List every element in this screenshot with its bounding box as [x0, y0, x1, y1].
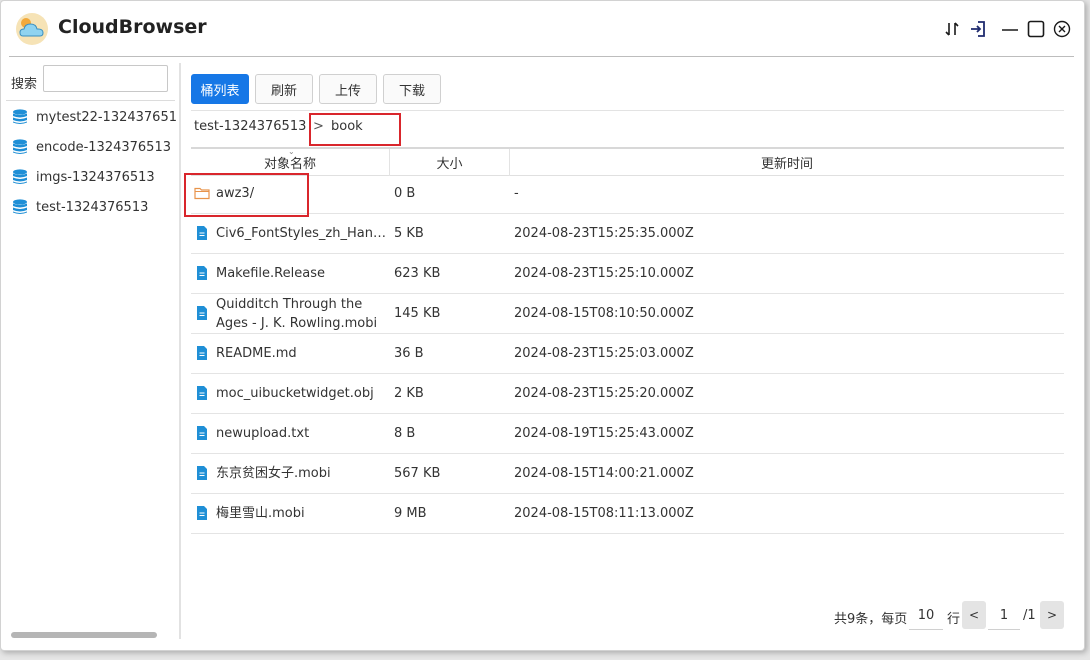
login-icon[interactable]: [967, 18, 989, 40]
sidebar-item-label: mytest22-1324376513: [36, 109, 177, 125]
sort-icon[interactable]: [941, 18, 963, 40]
row-size: 8 B: [394, 426, 416, 441]
row-size: 2 KB: [394, 386, 424, 401]
table-row[interactable]: 东京贫困女子.mobi 567 KB 2024-08-15T14:00:21.0…: [191, 454, 1064, 494]
column-header-size[interactable]: 大小: [390, 149, 510, 176]
table-row[interactable]: Civ6_FontStyles_zh_Hans_... 5 KB 2024-08…: [191, 214, 1064, 254]
row-updated: 2024-08-15T08:10:50.000Z: [514, 306, 694, 321]
row-size: 567 KB: [394, 466, 441, 481]
file-icon: [197, 226, 207, 240]
page-size-input[interactable]: 10: [909, 601, 943, 630]
app-window: CloudBrowser 搜索 mytest22-1324376513 enco…: [0, 0, 1085, 651]
file-icon: [197, 266, 207, 280]
close-icon[interactable]: [1051, 18, 1073, 40]
breadcrumb-divider: [191, 110, 1064, 111]
row-size: 0 B: [394, 186, 416, 201]
sidebar-item-label: test-1324376513: [36, 199, 149, 215]
minimize-icon[interactable]: [999, 18, 1021, 40]
sidebar-item-label: imgs-1324376513: [36, 169, 155, 185]
database-icon: [13, 109, 27, 124]
table-header: ⌄ 对象名称 大小 更新时间: [191, 147, 1064, 176]
current-page-input[interactable]: 1: [988, 601, 1020, 630]
row-name: Civ6_FontStyles_zh_Hans_...: [216, 226, 388, 241]
file-icon: [197, 306, 207, 320]
table-row[interactable]: README.md 36 B 2024-08-23T15:25:03.000Z: [191, 334, 1064, 374]
row-size: 623 KB: [394, 266, 441, 281]
bucket-list-button[interactable]: 桶列表: [191, 74, 249, 104]
column-header-name[interactable]: 对象名称: [191, 149, 390, 176]
row-size: 9 MB: [394, 506, 427, 521]
row-name: 东京贫困女子.mobi: [216, 466, 331, 481]
sidebar-item-bucket[interactable]: mytest22-1324376513: [11, 105, 177, 129]
row-updated: 2024-08-15T14:00:21.000Z: [514, 466, 694, 481]
sidebar-divider: [6, 100, 175, 101]
sidebar-item-bucket[interactable]: imgs-1324376513: [11, 165, 177, 189]
row-updated: 2024-08-23T15:25:20.000Z: [514, 386, 694, 401]
highlight-box-breadcrumb: [309, 113, 401, 146]
row-updated: 2024-08-23T15:25:35.000Z: [514, 226, 694, 241]
row-name: README.md: [216, 346, 297, 361]
table-row[interactable]: moc_uibucketwidget.obj 2 KB 2024-08-23T1…: [191, 374, 1064, 414]
breadcrumb-root[interactable]: test-1324376513: [194, 119, 306, 134]
row-name: Quidditch Through the Ages - J. K. Rowli…: [216, 296, 378, 331]
row-name: Makefile.Release: [216, 266, 325, 281]
title-bar: CloudBrowser: [1, 1, 1084, 56]
sidebar-item-bucket[interactable]: test-1324376513: [11, 195, 177, 219]
highlight-box-folder: [184, 173, 309, 217]
prev-page-button[interactable]: <: [962, 601, 986, 629]
upload-button[interactable]: 上传: [319, 74, 377, 104]
panel-splitter[interactable]: [179, 63, 181, 639]
sidebar-item-label: encode-1324376513: [36, 139, 171, 155]
maximize-icon[interactable]: [1025, 18, 1047, 40]
download-button[interactable]: 下载: [383, 74, 441, 104]
table-row[interactable]: Quidditch Through the Ages - J. K. Rowli…: [191, 294, 1064, 334]
database-icon: [13, 139, 27, 154]
next-page-button[interactable]: >: [1040, 601, 1064, 629]
sidebar-horizontal-scrollbar[interactable]: [11, 632, 157, 638]
file-icon: [197, 386, 207, 400]
table-row[interactable]: awz3/ 0 B -: [191, 174, 1064, 214]
file-icon: [197, 426, 207, 440]
row-updated: 2024-08-23T15:25:03.000Z: [514, 346, 694, 361]
row-updated: 2024-08-15T08:11:13.000Z: [514, 506, 694, 521]
refresh-button[interactable]: 刷新: [255, 74, 313, 104]
sidebar-item-bucket[interactable]: encode-1324376513: [11, 135, 177, 159]
cloud-logo-icon: [16, 13, 48, 45]
table-row[interactable]: newupload.txt 8 B 2024-08-19T15:25:43.00…: [191, 414, 1064, 454]
row-updated: 2024-08-19T15:25:43.000Z: [514, 426, 694, 441]
row-size: 5 KB: [394, 226, 424, 241]
row-size: 36 B: [394, 346, 424, 361]
table-row[interactable]: 梅里雪山.mobi 9 MB 2024-08-15T08:11:13.000Z: [191, 494, 1064, 534]
database-icon: [13, 169, 27, 184]
pagination-total: 共9条，每页: [834, 612, 908, 627]
column-header-updated[interactable]: 更新时间: [510, 149, 1064, 176]
sidebar: 搜索 mytest22-1324376513 encode-1324376513…: [1, 57, 179, 647]
search-label: 搜索: [11, 77, 38, 92]
app-title: CloudBrowser: [58, 16, 207, 38]
file-icon: [197, 466, 207, 480]
page-size-unit: 行: [947, 612, 961, 627]
table-row[interactable]: Makefile.Release 623 KB 2024-08-23T15:25…: [191, 254, 1064, 294]
row-size: 145 KB: [394, 306, 441, 321]
database-icon: [13, 199, 27, 214]
search-input[interactable]: [43, 65, 168, 92]
total-pages: /1: [1023, 608, 1036, 623]
file-icon: [197, 346, 207, 360]
row-updated: -: [514, 186, 519, 201]
row-updated: 2024-08-23T15:25:10.000Z: [514, 266, 694, 281]
row-name: moc_uibucketwidget.obj: [216, 386, 374, 401]
row-name: 梅里雪山.mobi: [216, 506, 305, 521]
row-name: newupload.txt: [216, 426, 310, 441]
file-icon: [197, 506, 207, 520]
